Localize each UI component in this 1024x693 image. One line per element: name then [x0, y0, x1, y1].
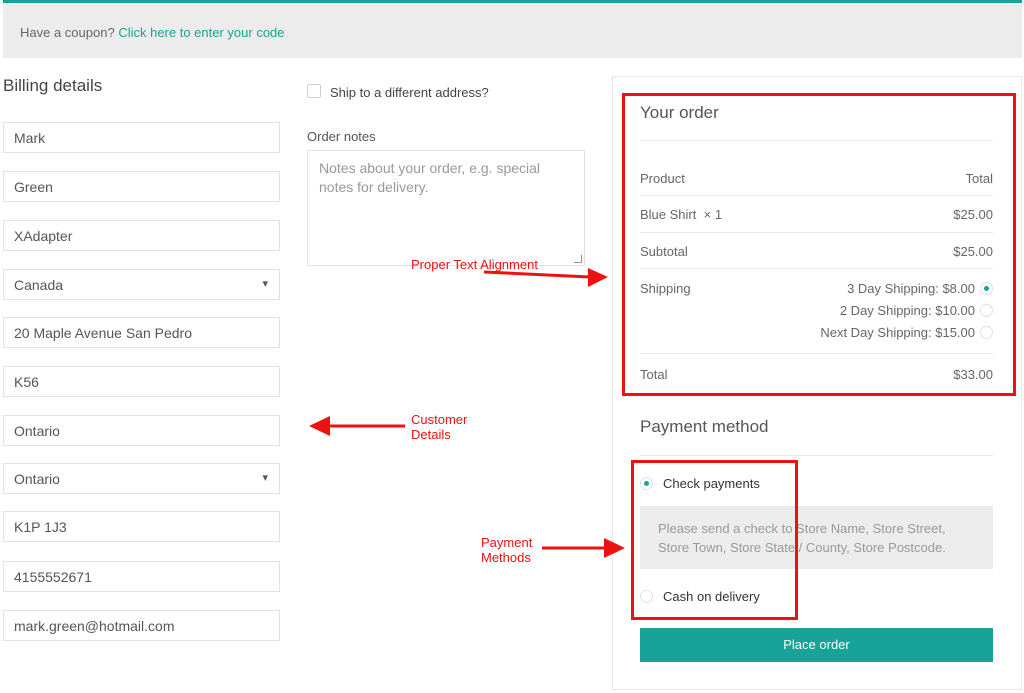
- payment-title: Payment method: [640, 417, 769, 436]
- province-select[interactable]: Ontario: [3, 463, 280, 494]
- annotation-payment-methods: Payment Methods: [481, 535, 533, 565]
- order-notes-label: Order notes: [307, 129, 376, 144]
- ship-different-label: Ship to a different address?: [330, 85, 489, 100]
- annotation-text-alignment: Proper Text Alignment: [411, 257, 538, 272]
- ship-different-checkbox[interactable]: [307, 84, 321, 98]
- coupon-prompt: Have a coupon?: [20, 25, 115, 40]
- billing-title: Billing details: [3, 76, 103, 95]
- first-name-field[interactable]: Mark: [3, 122, 280, 153]
- coupon-notice: Have a coupon? Click here to enter your …: [20, 25, 285, 40]
- phone-field[interactable]: 4155552671: [3, 561, 280, 592]
- last-name-field[interactable]: Green: [3, 171, 280, 202]
- annotation-customer-details: Customer Details: [411, 412, 468, 442]
- divider: [640, 455, 993, 456]
- order-notes-textarea[interactable]: Notes about your order, e.g. special not…: [307, 150, 585, 266]
- street-address-field[interactable]: 20 Maple Avenue San Pedro: [3, 317, 280, 348]
- country-select[interactable]: Canada: [3, 269, 280, 300]
- coupon-bar: Have a coupon? Click here to enter your …: [3, 0, 1022, 58]
- apartment-field[interactable]: K56: [3, 366, 280, 397]
- postcode-field[interactable]: K1P 1J3: [3, 511, 280, 542]
- resize-grip-icon[interactable]: [574, 255, 582, 263]
- payment-highlight-box: [631, 460, 798, 620]
- email-field[interactable]: mark.green@hotmail.com: [3, 610, 280, 641]
- order-notes-placeholder: Notes about your order, e.g. special not…: [319, 160, 541, 195]
- arrow-left-icon: [309, 416, 405, 436]
- place-order-button[interactable]: Place order: [640, 628, 993, 662]
- coupon-link[interactable]: Click here to enter your code: [118, 25, 284, 40]
- order-highlight-box: [622, 93, 1016, 396]
- company-field[interactable]: XAdapter: [3, 220, 280, 251]
- city-field[interactable]: Ontario: [3, 415, 280, 446]
